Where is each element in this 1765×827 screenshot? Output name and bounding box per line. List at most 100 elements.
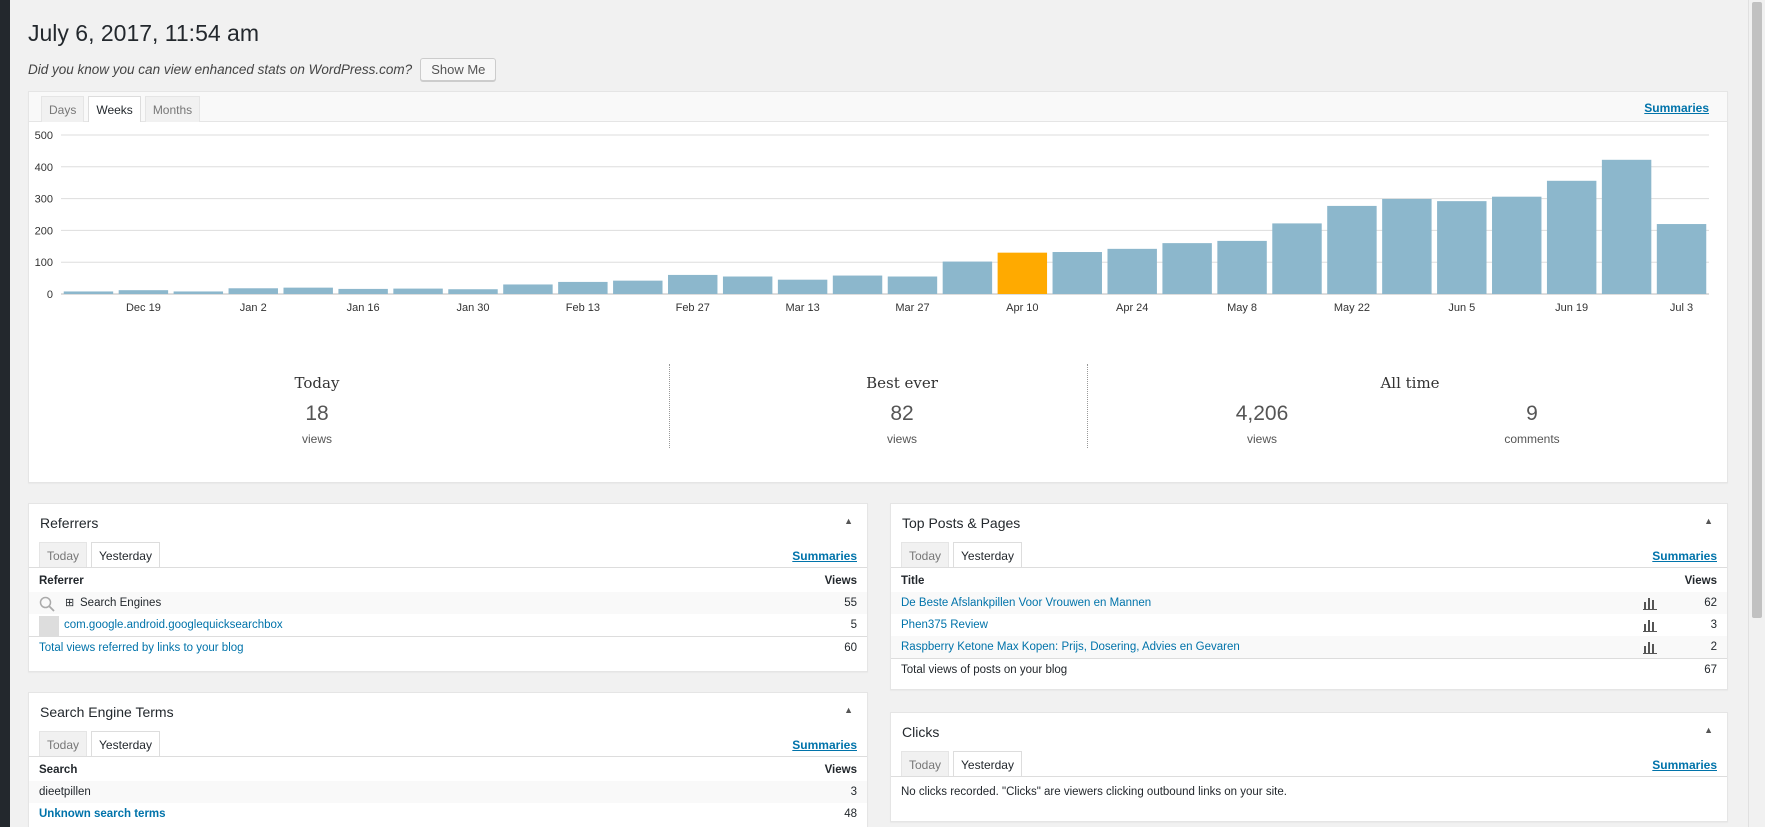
- referrers-box: Referrers ▲ Today Yesterday Summaries Re…: [28, 503, 868, 672]
- y-tick-label: 400: [35, 162, 53, 174]
- chart-panel-header: Days Weeks Months Summaries: [29, 92, 1727, 122]
- favicon-placeholder-icon: [39, 616, 59, 636]
- summaries-link[interactable]: Summaries: [1644, 101, 1709, 115]
- stat-today: Today 18 views: [267, 374, 367, 446]
- chart-bar: [1546, 180, 1597, 294]
- stat-best-ever-value: 82: [890, 402, 914, 425]
- scrollbar-thumb[interactable]: [1752, 2, 1762, 618]
- search-icon: [39, 596, 55, 612]
- y-tick-label: 0: [47, 289, 53, 301]
- top-posts-tabs: Today Yesterday: [901, 542, 1022, 568]
- chart-bar: [1382, 198, 1432, 294]
- chart-bar: [1656, 224, 1707, 294]
- stat-all-time-comments-value: 9: [1526, 402, 1538, 425]
- chart-bar: [558, 281, 608, 294]
- stat-best-ever-unit: views: [886, 432, 917, 446]
- collapse-toggle-icon[interactable]: ▲: [844, 516, 853, 526]
- stat-all-time-comments: 9 comments: [1477, 374, 1587, 446]
- tab-yesterday[interactable]: Yesterday: [953, 751, 1022, 777]
- tab-months[interactable]: Months: [144, 96, 201, 122]
- expand-icon[interactable]: ⊞: [65, 592, 74, 614]
- collapse-toggle-icon[interactable]: ▲: [844, 705, 853, 715]
- table-row: Raspberry Ketone Max Kopen: Prijs, Doser…: [891, 636, 1727, 658]
- tab-yesterday[interactable]: Yesterday: [91, 731, 160, 757]
- x-tick-label: Jan 2: [240, 302, 267, 314]
- no-clicks-bold: No clicks recorded.: [901, 786, 999, 798]
- tab-today[interactable]: Today: [901, 751, 950, 777]
- chart-bar: [338, 288, 388, 294]
- chart-bar: [777, 279, 828, 294]
- y-tick-label: 200: [35, 225, 53, 237]
- chart-bar: [118, 290, 169, 294]
- x-tick-label: Dec 19: [126, 302, 161, 314]
- stat-all-time-label: All time: [1380, 374, 1440, 392]
- stats-summary: Today 18 views Best ever 82 views All ti…: [29, 354, 1727, 454]
- x-tick-label: Apr 10: [1006, 302, 1038, 314]
- chart-bar: [1107, 248, 1157, 294]
- post-stats-chart-icon[interactable]: [1643, 640, 1657, 654]
- collapse-toggle-icon[interactable]: ▲: [1704, 516, 1713, 526]
- post-stats-chart-icon[interactable]: [1643, 618, 1657, 632]
- total-referrers-link[interactable]: Total views referred by links to your bl…: [39, 642, 244, 654]
- chart-bar: [1217, 240, 1267, 294]
- clicks-box: Clicks ▲ Today Yesterday Summaries No cl…: [890, 712, 1728, 822]
- show-me-button[interactable]: Show Me: [420, 58, 497, 81]
- post-stats-chart-icon[interactable]: [1643, 596, 1657, 610]
- search-term: dieetpillen: [39, 786, 91, 798]
- post-link[interactable]: Phen375 Review: [901, 619, 988, 631]
- referrers-tabs: Today Yesterday: [39, 542, 160, 568]
- tab-weeks[interactable]: Weeks: [88, 96, 141, 122]
- stat-best-ever: Best ever 82 views: [847, 374, 957, 446]
- stats-divider: [669, 364, 670, 448]
- y-tick-label: 300: [35, 194, 53, 206]
- page-scrollbar[interactable]: [1748, 0, 1765, 827]
- stat-all-time-views-unit: views: [1246, 432, 1277, 446]
- x-tick-label: Jan 16: [347, 302, 380, 314]
- chart-bar: [613, 280, 663, 294]
- chart-bar: [1601, 159, 1652, 294]
- chart-bar: [1492, 196, 1542, 294]
- search-terms-title: Search Engine Terms: [40, 704, 174, 720]
- chart-bar: [668, 274, 718, 294]
- summaries-link[interactable]: Summaries: [1652, 549, 1717, 563]
- table-total-row: Total views of posts on your blog 67: [891, 658, 1727, 680]
- enhanced-stats-promo: Did you know you can view enhanced stats…: [28, 58, 497, 81]
- tab-days[interactable]: Days: [41, 96, 85, 122]
- promo-text: Did you know you can view enhanced stats…: [28, 62, 413, 77]
- summaries-link[interactable]: Summaries: [792, 549, 857, 563]
- stat-best-ever-label: Best ever: [866, 374, 938, 392]
- top-posts-title: Top Posts & Pages: [902, 515, 1021, 531]
- table-row: De Beste Afslankpillen Voor Vrouwen en M…: [891, 592, 1727, 614]
- collapse-toggle-icon[interactable]: ▲: [1704, 725, 1713, 735]
- no-clicks-message: No clicks recorded. "Clicks" are viewers…: [901, 786, 1287, 798]
- stat-all-time-comments-unit: comments: [1504, 432, 1560, 446]
- table-row: dieetpillen 3: [29, 781, 867, 803]
- tab-today[interactable]: Today: [39, 731, 88, 757]
- x-tick-label: Jan 30: [456, 302, 489, 314]
- tab-today[interactable]: Today: [901, 542, 950, 568]
- admin-sidebar-edge: [0, 0, 10, 827]
- post-link[interactable]: De Beste Afslankpillen Voor Vrouwen en M…: [901, 597, 1151, 609]
- search-term-views: 3: [850, 786, 857, 798]
- chart-bar: [1052, 252, 1102, 294]
- stat-today-label: Today: [294, 374, 340, 392]
- tab-today[interactable]: Today: [39, 542, 88, 568]
- no-clicks-text: "Clicks" are viewers clicking outbound l…: [1002, 786, 1287, 798]
- search-term-views: 48: [844, 808, 857, 820]
- chart-bar: [997, 252, 1048, 294]
- tab-yesterday[interactable]: Yesterday: [91, 542, 160, 568]
- table-header: Title Views: [901, 575, 1717, 587]
- total-posts-label: Total views of posts on your blog: [901, 664, 1068, 676]
- summaries-link[interactable]: Summaries: [792, 738, 857, 752]
- summaries-link[interactable]: Summaries: [1652, 758, 1717, 772]
- unknown-terms-link[interactable]: Unknown search terms: [39, 808, 166, 820]
- table-row: com.google.android.googlequicksearchbox …: [29, 614, 867, 636]
- stat-today-value: 18: [305, 402, 329, 425]
- search-terms-tabs: Today Yesterday: [39, 731, 160, 757]
- tab-yesterday[interactable]: Yesterday: [953, 542, 1022, 568]
- referrer-link[interactable]: com.google.android.googlequicksearchbox: [64, 614, 283, 636]
- stat-all-time-views: 4,206 views: [1207, 374, 1317, 446]
- chart-bar: [503, 284, 553, 294]
- post-link[interactable]: Raspberry Ketone Max Kopen: Prijs, Doser…: [901, 641, 1240, 653]
- search-terms-table: Search Views dieetpillen 3 Unknown searc…: [29, 757, 867, 825]
